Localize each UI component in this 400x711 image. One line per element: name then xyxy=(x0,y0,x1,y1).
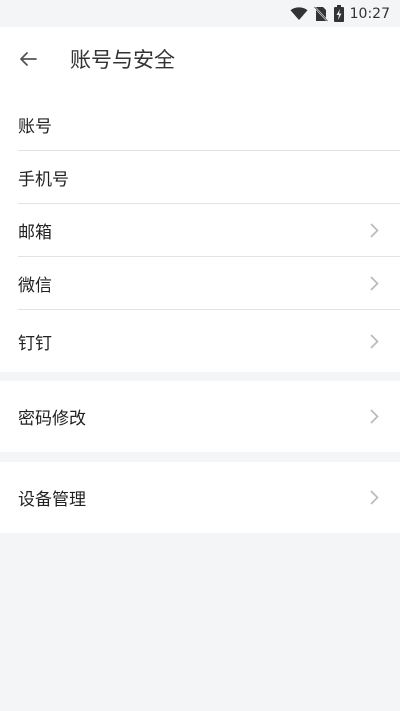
device-management-row[interactable]: 设备管理 xyxy=(0,462,400,533)
status-bar: 10:27 xyxy=(0,0,400,27)
page-title: 账号与安全 xyxy=(70,48,175,72)
battery-charging-icon xyxy=(333,5,344,22)
status-time: 10:27 xyxy=(349,5,390,22)
arrow-left-icon xyxy=(20,52,37,66)
dingtalk-label: 钉钉 xyxy=(18,333,52,354)
device-management-label: 设备管理 xyxy=(18,490,86,510)
email-label: 邮箱 xyxy=(18,223,52,243)
password-group: 密码修改 xyxy=(0,381,400,452)
account-label: 账号 xyxy=(18,117,52,137)
email-row[interactable]: 邮箱 xyxy=(0,204,400,257)
account-row[interactable]: 账号 xyxy=(0,91,400,151)
chevron-right-icon xyxy=(366,333,382,349)
chevron-right-icon xyxy=(366,276,382,292)
dingtalk-row[interactable]: 钉钉 xyxy=(0,310,400,372)
chevron-right-icon xyxy=(366,409,382,425)
password-change-label: 密码修改 xyxy=(18,409,86,429)
phone-label: 手机号 xyxy=(18,170,69,190)
password-change-row[interactable]: 密码修改 xyxy=(0,381,400,452)
chevron-right-icon xyxy=(366,490,382,506)
phone-row[interactable]: 手机号 xyxy=(0,151,400,204)
chevron-right-icon xyxy=(366,223,382,239)
wechat-row[interactable]: 微信 xyxy=(0,257,400,310)
device-group: 设备管理 xyxy=(0,462,400,533)
wifi-icon xyxy=(290,6,308,20)
wechat-label: 微信 xyxy=(18,276,52,296)
no-sim-icon xyxy=(313,5,328,22)
app-bar: 账号与安全 xyxy=(0,27,400,91)
account-info-group: 账号 手机号 邮箱 微信 钉钉 xyxy=(0,91,400,372)
back-button[interactable] xyxy=(16,47,40,71)
